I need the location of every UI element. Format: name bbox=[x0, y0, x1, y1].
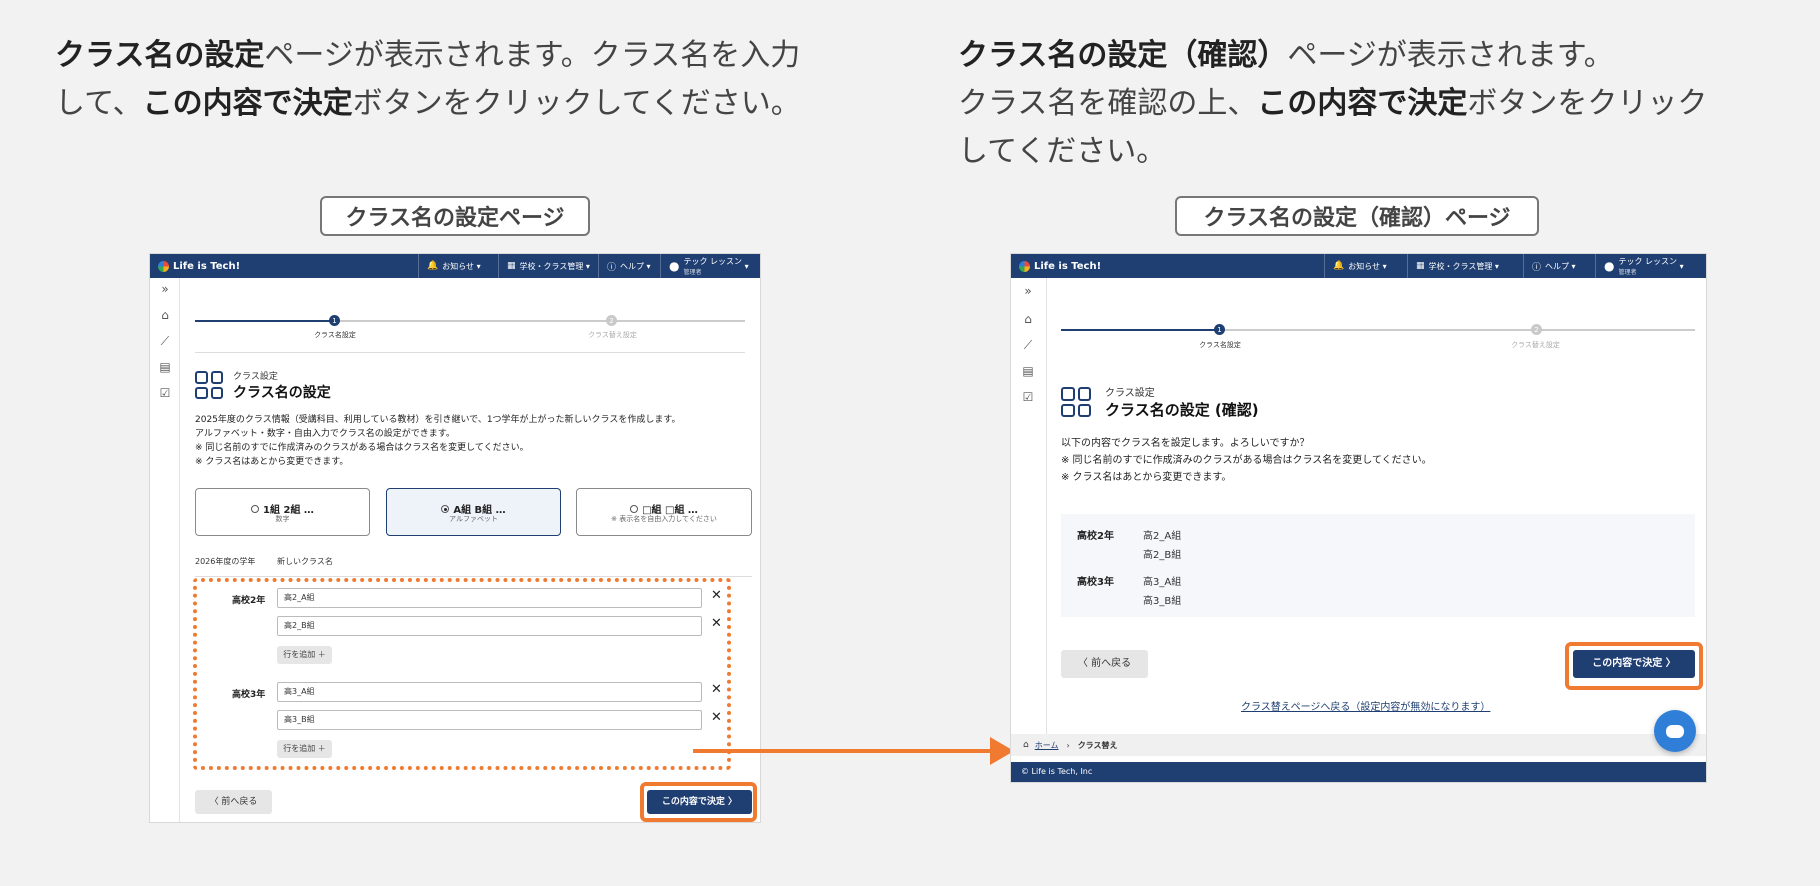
logo[interactable]: Life is Tech! bbox=[158, 260, 240, 272]
top-bar: Life is Tech! 🔔 お知らせ ▾ ▦ 学校・クラス管理 ▾ ⓘ ヘルプ ▾… bbox=[150, 254, 760, 278]
building-icon: ▦ bbox=[507, 261, 516, 271]
user-menu[interactable]: ● テック レッスン 管理者 ▾ bbox=[1595, 254, 1684, 278]
class-name-value: 高2_A組 bbox=[1143, 531, 1182, 542]
back-to-class-change-link[interactable]: クラス替えページへ戻る（設定内容が無効になります） bbox=[1241, 698, 1490, 713]
home-icon[interactable]: ⌂ bbox=[1021, 312, 1035, 326]
step-2-label: クラス替え設定 bbox=[588, 331, 637, 339]
header-divider bbox=[195, 576, 752, 577]
radio-icon bbox=[630, 505, 639, 513]
home-icon[interactable]: ⌂ bbox=[158, 308, 172, 322]
bell-icon: 🔔 bbox=[427, 261, 439, 271]
step-1-dot: 1 bbox=[329, 315, 340, 326]
logo[interactable]: Life is Tech! bbox=[1019, 260, 1101, 272]
grade-3-label: 高校3年 bbox=[1077, 577, 1114, 588]
breadcrumb-current: クラス替え bbox=[1077, 740, 1118, 750]
class-name-value: 高2_B組 bbox=[1143, 550, 1182, 561]
option-alphabet[interactable]: A組 B組 … アルファベット bbox=[386, 488, 561, 536]
left-caption: クラス名の設定ページ bbox=[320, 196, 590, 236]
chat-button[interactable] bbox=[1654, 710, 1696, 752]
step-2-dot: 2 bbox=[1531, 324, 1542, 335]
breadcrumb: ⌂ ホーム › クラス替え bbox=[1011, 734, 1706, 756]
right-caption: クラス名の設定（確認）ページ bbox=[1175, 196, 1539, 236]
sidebar: » ⌂ ⟋ ▤ ☑ bbox=[150, 278, 180, 822]
sidebar: » ⌂ ⟋ ▤ ☑ bbox=[1011, 278, 1047, 740]
help-icon: ⓘ bbox=[607, 262, 617, 273]
top-bar: Life is Tech! 🔔 お知らせ ▾ ▦ 学校・クラス管理 ▾ ⓘ ヘルプ ▾… bbox=[1011, 254, 1706, 278]
class-name-value: 高3_B組 bbox=[1143, 596, 1182, 607]
grade-2-label: 高校2年 bbox=[1077, 531, 1114, 542]
option-free[interactable]: □組 □組 … ※ 表示名を自由入力してください bbox=[576, 488, 752, 536]
section-label: クラス設定 bbox=[1105, 388, 1155, 399]
help-icon: ⓘ bbox=[1532, 262, 1542, 273]
step-2-label: クラス替え設定 bbox=[1511, 341, 1560, 349]
avatar-icon: ● bbox=[1604, 259, 1615, 273]
avatar-icon: ● bbox=[669, 259, 680, 273]
col-name: 新しいクラス名 bbox=[277, 557, 333, 566]
building-icon: ▦ bbox=[1416, 261, 1425, 271]
step-line-active bbox=[1061, 329, 1216, 331]
summary-panel: 高校2年 高2_A組 高2_B組 高校3年 高3_A組 高3_B組 bbox=[1061, 514, 1695, 617]
step-1-label: クラス名設定 bbox=[314, 331, 356, 339]
input-area-highlight bbox=[193, 578, 731, 770]
flow-arrow-line bbox=[693, 749, 993, 753]
back-button[interactable]: 〈 前へ戻る bbox=[195, 790, 272, 814]
chart-icon[interactable]: ⟋ bbox=[158, 334, 172, 349]
user-menu[interactable]: ● テック レッスン 管理者 ▾ bbox=[660, 254, 749, 278]
logo-icon bbox=[158, 260, 169, 272]
home-icon: ⌂ bbox=[1023, 740, 1029, 750]
step-line-active bbox=[195, 320, 330, 322]
chart-icon[interactable]: ⟋ bbox=[1021, 338, 1035, 353]
book-icon[interactable]: ▤ bbox=[158, 360, 172, 374]
description: 2025年度のクラス情報（受講科目、利用している教材）を引き継いで、1つ学年が上… bbox=[195, 415, 681, 467]
radio-selected-icon bbox=[441, 505, 450, 513]
step-2-dot: 2 bbox=[606, 315, 617, 326]
logo-icon bbox=[1019, 260, 1030, 272]
left-instruction: クラス名の設定ページが表示されます。クラス名を入力 して、この内容で決定ボタンを… bbox=[55, 38, 801, 121]
submit-highlight bbox=[1565, 642, 1703, 690]
class-name-value: 高3_A組 bbox=[1143, 577, 1182, 588]
book-icon[interactable]: ▤ bbox=[1021, 364, 1035, 378]
chevrons-right-icon[interactable]: » bbox=[158, 282, 172, 296]
section-label: クラス設定 bbox=[233, 372, 278, 382]
nav-help[interactable]: ⓘ ヘルプ ▾ bbox=[1523, 254, 1576, 278]
footer: © Life is Tech, Inc bbox=[1011, 762, 1706, 782]
nav-help[interactable]: ⓘ ヘルプ ▾ bbox=[598, 254, 651, 278]
class-grid-icon bbox=[195, 371, 223, 399]
nav-notice[interactable]: 🔔 お知らせ ▾ bbox=[418, 254, 481, 278]
chat-icon bbox=[1666, 724, 1684, 738]
divider bbox=[195, 352, 745, 353]
description: 以下の内容でクラス名を設定します。よろしいですか？ ※ 同じ名前のすでに作成済み… bbox=[1061, 438, 1432, 483]
right-screenshot: Life is Tech! 🔔 お知らせ ▾ ▦ 学校・クラス管理 ▾ ⓘ ヘルプ ▾… bbox=[1010, 253, 1707, 783]
step-line-inactive bbox=[335, 320, 745, 322]
nav-school[interactable]: ▦ 学校・クラス管理 ▾ bbox=[1407, 254, 1499, 278]
submit-highlight bbox=[640, 782, 757, 822]
nav-school[interactable]: ▦ 学校・クラス管理 ▾ bbox=[498, 254, 590, 278]
step-line-inactive bbox=[1223, 329, 1695, 331]
bell-icon: 🔔 bbox=[1333, 261, 1345, 271]
page-title: クラス名の設定 (確認) bbox=[1105, 401, 1259, 419]
breadcrumb-home[interactable]: ホーム bbox=[1035, 740, 1059, 751]
chevrons-right-icon[interactable]: » bbox=[1021, 284, 1035, 298]
right-instruction: クラス名の設定（確認）ページが表示されます。 クラス名を確認の上、この内容で決定… bbox=[958, 38, 1708, 169]
class-grid-icon bbox=[1061, 387, 1091, 417]
nav-notice[interactable]: 🔔 お知らせ ▾ bbox=[1324, 254, 1387, 278]
step-1-dot: 1 bbox=[1214, 324, 1225, 335]
radio-icon bbox=[251, 505, 260, 513]
option-number[interactable]: 1組 2組 … 数字 bbox=[195, 488, 370, 536]
step-1-label: クラス名設定 bbox=[1199, 341, 1241, 349]
back-button[interactable]: 〈 前へ戻る bbox=[1061, 650, 1148, 678]
checklist-icon[interactable]: ☑ bbox=[1021, 390, 1035, 404]
checklist-icon[interactable]: ☑ bbox=[158, 386, 172, 400]
col-year: 2026年度の学年 bbox=[195, 557, 256, 566]
chevron-right-icon: › bbox=[1066, 740, 1070, 750]
page-title: クラス名の設定 bbox=[233, 385, 331, 401]
